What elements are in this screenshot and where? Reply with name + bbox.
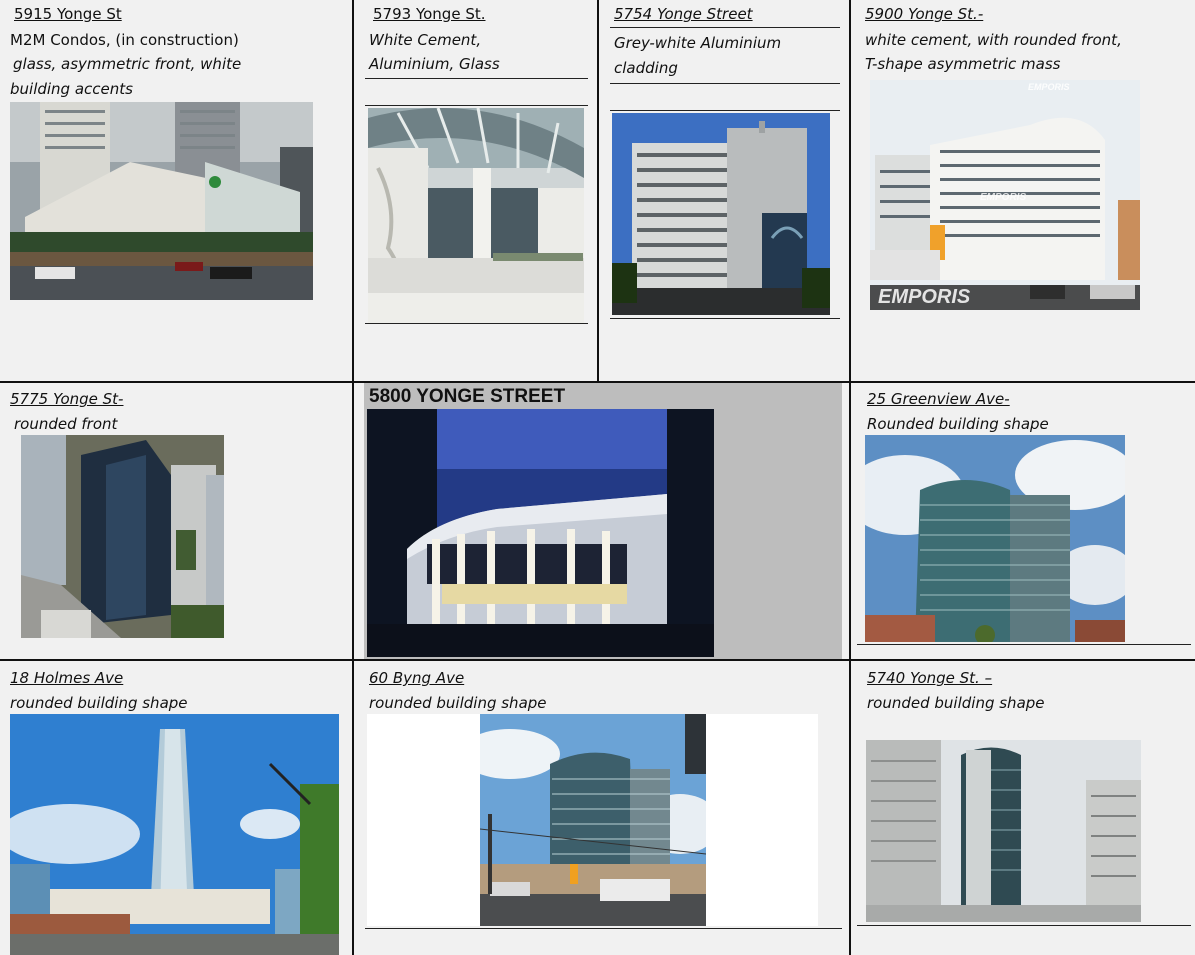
caption-rule — [610, 27, 840, 28]
caption-rule — [857, 925, 1191, 926]
watermark-text: EMPORIS — [878, 286, 971, 308]
address-heading: 5915 Yonge St — [14, 5, 122, 23]
address-heading: 60 Byng Ave — [369, 669, 465, 687]
grid-divider — [597, 0, 599, 382]
description-line: cladding — [614, 59, 678, 77]
description-line: building accents — [10, 80, 133, 98]
description-line: rounded building shape — [369, 694, 547, 712]
building-photo — [866, 740, 1141, 922]
description-line: rounded front — [14, 415, 118, 433]
watermark-text: EMPORIS — [980, 192, 1026, 203]
caption-rule — [365, 323, 588, 324]
address-heading: 5800 YONGE STREET — [369, 386, 566, 407]
description-line: rounded building shape — [867, 694, 1045, 712]
address-heading: 5754 Yonge Street — [614, 5, 753, 23]
caption-rule — [365, 78, 588, 79]
address-heading: 5900 Yonge St.- — [865, 5, 984, 23]
building-photo — [10, 102, 313, 300]
description-line: Rounded building shape — [867, 415, 1049, 433]
watermark-text: EMPORIS — [1028, 82, 1070, 92]
building-photo — [612, 113, 830, 315]
caption-rule — [365, 105, 588, 106]
caption-rule — [857, 644, 1191, 645]
description-line: White Cement, — [369, 31, 482, 49]
address-heading: 25 Greenview Ave- — [867, 390, 1010, 408]
building-photo — [367, 409, 714, 657]
caption-rule — [610, 110, 840, 111]
description-line: glass, asymmetric front, white — [13, 55, 242, 73]
building-photo — [10, 714, 339, 955]
grid-divider — [849, 0, 851, 955]
description-line: Grey-white Aluminium — [614, 34, 782, 52]
description-line: white cement, with rounded front, — [865, 31, 1122, 49]
description-line: Aluminium, Glass — [369, 55, 500, 73]
building-photo — [480, 714, 706, 926]
address-heading: 5775 Yonge St- — [10, 390, 124, 408]
address-heading: 5740 Yonge St. – — [867, 669, 993, 687]
building-photo: EMPORIS EMPORIS EMPORIS — [870, 80, 1140, 310]
address-heading: 5793 Yonge St. — [373, 5, 486, 23]
description-line: M2M Condos, (in construction) — [10, 31, 239, 49]
caption-rule — [365, 928, 842, 929]
building-photo — [865, 435, 1125, 642]
building-photo — [21, 435, 224, 638]
caption-rule — [610, 318, 840, 319]
grid-divider — [0, 659, 1195, 661]
caption-rule — [610, 83, 840, 84]
building-photo — [368, 108, 584, 323]
address-heading: 18 Holmes Ave — [10, 669, 124, 687]
description-line: rounded building shape — [10, 694, 188, 712]
grid-divider — [352, 0, 354, 955]
description-line: T-shape asymmetric mass — [865, 55, 1061, 73]
